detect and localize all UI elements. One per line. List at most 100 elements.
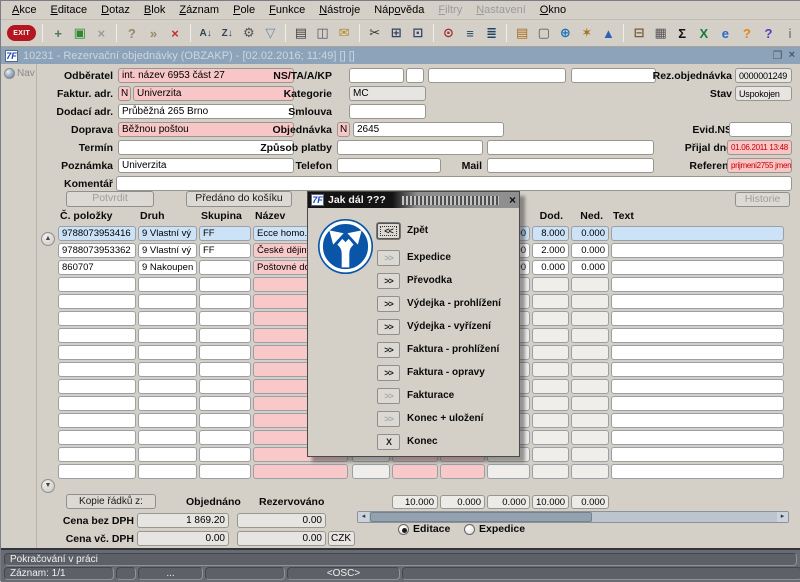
- table-cell[interactable]: [58, 464, 136, 479]
- menu-item-blok[interactable]: Blok: [137, 2, 172, 18]
- nav-orb-icon[interactable]: [4, 68, 15, 79]
- mail-field[interactable]: [487, 158, 654, 173]
- table-cell[interactable]: [138, 396, 197, 411]
- table-cell[interactable]: 0.000: [571, 260, 609, 275]
- historie-button[interactable]: Historie: [735, 192, 790, 207]
- close-window-icon[interactable]: ×: [789, 49, 795, 62]
- help-orange-icon[interactable]: ?: [737, 24, 757, 43]
- table-cell[interactable]: [199, 277, 251, 292]
- radio-expedice[interactable]: Expedice: [464, 523, 525, 535]
- menu-item-záznam[interactable]: Záznam: [172, 2, 226, 18]
- table-cell[interactable]: 9788073953416: [58, 226, 136, 241]
- rez-objednavka-field[interactable]: 0000001249: [735, 68, 792, 83]
- table-cell[interactable]: [440, 464, 485, 479]
- ns-field-3[interactable]: [428, 68, 566, 83]
- table-cell[interactable]: [611, 243, 784, 258]
- menu-item-pole[interactable]: Pole: [226, 2, 262, 18]
- table-cell[interactable]: [532, 362, 569, 377]
- filter-icon[interactable]: ▽: [261, 24, 281, 43]
- sort-desc-icon[interactable]: Z↓: [217, 24, 237, 43]
- scroll-right-icon[interactable]: ▸: [777, 512, 788, 522]
- zpusob-platby-field[interactable]: [337, 140, 483, 155]
- dialog-button-v-dejka-vy-zen-[interactable]: >>: [377, 319, 400, 335]
- card-icon[interactable]: ▤: [512, 24, 532, 43]
- table-cell[interactable]: [199, 328, 251, 343]
- table-cell[interactable]: [138, 345, 197, 360]
- scroll-left-icon[interactable]: ◂: [358, 512, 369, 522]
- cancel-query-icon[interactable]: ×: [165, 24, 185, 43]
- table-cell[interactable]: 9 Vlastní vý: [138, 243, 197, 258]
- table-cell[interactable]: [611, 328, 784, 343]
- table-cell[interactable]: [611, 396, 784, 411]
- komentar-field[interactable]: [116, 176, 792, 191]
- cancel-icon[interactable]: ×: [92, 24, 112, 43]
- telefon-field[interactable]: [337, 158, 441, 173]
- copy-icon[interactable]: ⊞: [386, 24, 406, 43]
- table-cell[interactable]: [571, 362, 609, 377]
- table-cell[interactable]: [199, 345, 251, 360]
- table-scroll-down-icon[interactable]: ▼: [41, 479, 55, 493]
- wheel-icon[interactable]: ✶: [577, 24, 597, 43]
- wrench-icon[interactable]: ⚙: [239, 24, 259, 43]
- table-cell[interactable]: [611, 413, 784, 428]
- radio-editace-icon[interactable]: [398, 523, 409, 535]
- table-cell[interactable]: [138, 362, 197, 377]
- menu-item-filtry[interactable]: Filtry: [431, 2, 469, 18]
- table-cell[interactable]: [58, 277, 136, 292]
- table-cell[interactable]: [58, 413, 136, 428]
- list-icon[interactable]: ≡: [460, 24, 480, 43]
- table-cell[interactable]: [199, 413, 251, 428]
- table-cell[interactable]: 9 Vlastní vý: [138, 226, 197, 241]
- radio-expedice-icon[interactable]: [464, 523, 475, 535]
- table-cell[interactable]: [138, 277, 197, 292]
- table-cell[interactable]: [532, 464, 569, 479]
- table-cell[interactable]: [138, 430, 197, 445]
- table-cell[interactable]: [571, 430, 609, 445]
- table-cell[interactable]: [58, 430, 136, 445]
- insert-record-icon[interactable]: +: [48, 24, 68, 43]
- dialog-button-konec-ulo-en-[interactable]: >>: [377, 411, 400, 427]
- table-cell[interactable]: [611, 430, 784, 445]
- dialog-button-konec[interactable]: X: [377, 434, 400, 450]
- table-cell[interactable]: [199, 464, 251, 479]
- table-cell[interactable]: 8.000: [532, 226, 569, 241]
- table-cell[interactable]: [571, 396, 609, 411]
- table-cell[interactable]: [611, 464, 784, 479]
- menu-item-dotaz[interactable]: Dotaz: [94, 2, 137, 18]
- document-icon[interactable]: ▢: [534, 24, 554, 43]
- menu-item-editace[interactable]: Editace: [43, 2, 94, 18]
- table-cell[interactable]: [58, 345, 136, 360]
- table-cell[interactable]: [199, 260, 251, 275]
- menu-item-nastavení[interactable]: Nastavení: [469, 2, 533, 18]
- window-title-bar[interactable]: 7F 10231 - Rezervační objednávky (OBZAKP…: [1, 47, 800, 64]
- table-cell[interactable]: FF: [199, 226, 251, 241]
- dialog-button-p-evodka[interactable]: >>: [377, 273, 400, 289]
- table-cell[interactable]: 0.000: [571, 243, 609, 258]
- table-cell[interactable]: [611, 362, 784, 377]
- sort-asc-icon[interactable]: A↓: [196, 24, 216, 43]
- kategorie-field[interactable]: MC: [349, 86, 426, 101]
- table-cell[interactable]: [352, 464, 390, 479]
- mountain-icon[interactable]: ▲: [599, 24, 619, 43]
- globe-icon[interactable]: ⊕: [556, 24, 576, 43]
- info-icon[interactable]: i: [780, 24, 800, 43]
- menu-item-akce[interactable]: Akce: [5, 2, 43, 18]
- dialog-button-faktura-prohl-en-[interactable]: >>: [377, 342, 400, 358]
- table-cell[interactable]: 0.000: [571, 226, 609, 241]
- table-cell[interactable]: [138, 379, 197, 394]
- table-cell[interactable]: FF: [199, 243, 251, 258]
- print-preview-icon[interactable]: ◫: [313, 24, 333, 43]
- table-cell[interactable]: [199, 294, 251, 309]
- table-cell[interactable]: [571, 277, 609, 292]
- table-cell[interactable]: [532, 430, 569, 445]
- table-cell[interactable]: 9 Nakoupen: [138, 260, 197, 275]
- table-cell[interactable]: [532, 294, 569, 309]
- table-cell[interactable]: [571, 294, 609, 309]
- table-cell[interactable]: [611, 379, 784, 394]
- zoom-icon[interactable]: ⊙: [439, 24, 459, 43]
- table-cell[interactable]: [199, 311, 251, 326]
- exit-icon[interactable]: EXIT: [7, 25, 37, 41]
- table-cell[interactable]: [199, 362, 251, 377]
- table-cell[interactable]: [58, 396, 136, 411]
- referent-field[interactable]: prijmeni2755 jmen: [727, 158, 792, 173]
